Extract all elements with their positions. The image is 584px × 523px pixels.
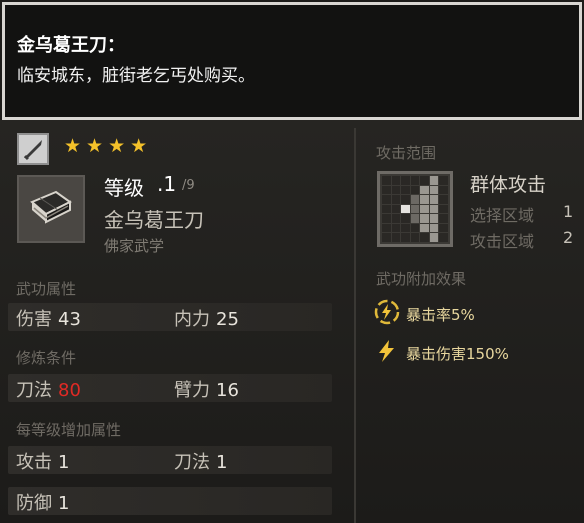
stat-damage: 伤害 43 [16,305,81,331]
section-requirements: 修炼条件 [16,349,77,367]
effect-crit-rate: 暴击率5% [374,299,475,329]
attack-range-grid [377,171,453,247]
rarity-stars: ★ ★ ★ ★ [64,137,147,156]
stat-label: 刀法 [16,380,52,401]
star-icon: ★ [130,135,148,157]
section-per-level-bonus: 每等级增加属性 [16,421,122,439]
section-martial-attributes: 武功属性 [16,280,77,298]
book-icon [17,175,85,243]
effect-label: 暴击伤害150% [406,344,509,363]
stat-value: 25 [216,309,239,330]
attack-area-value: 2 [563,228,574,247]
requirement-blade: 刀法 80 [16,376,81,402]
section-attack-range: 攻击范围 [376,144,437,162]
panel-divider [354,128,356,523]
star-icon: ★ [108,135,126,157]
effect-label: 暴击率5% [406,305,475,324]
lightning-circle-icon [374,299,400,329]
skill-name: 金乌葛王刀 [104,208,204,232]
requirement-strength: 臂力 16 [174,376,239,402]
select-area-value: 1 [563,202,574,221]
bonus-attack: 攻击 1 [16,448,69,474]
tooltip-description: 临安城东，脏街老乞丐处购买。 [17,66,255,86]
stat-value: 1 [58,452,70,473]
bonus-blade: 刀法 1 [174,448,227,474]
stat-label: 内力 [174,309,210,330]
weapon-type-icon [17,133,49,165]
star-icon: ★ [86,135,104,157]
level-label: 等级 [104,176,144,200]
stat-value: 1 [58,493,70,514]
stat-value: 80 [58,380,81,401]
stat-label: 伤害 [16,309,52,330]
stat-label: 防御 [16,493,52,514]
attack-area-label: 攻击区域 [470,232,535,251]
section-extra-effects: 武功附加效果 [376,270,467,288]
skill-school: 佛家武学 [104,237,165,255]
stat-value: 43 [58,309,81,330]
level-value: .1 [157,172,177,196]
stat-value: 16 [216,380,239,401]
bonus-defense: 防御 1 [16,489,69,515]
stat-label: 刀法 [174,452,210,473]
effect-crit-damage: 暴击伤害150% [374,338,509,368]
stat-label: 攻击 [16,452,52,473]
stat-internal-power: 内力 25 [174,305,239,331]
star-icon: ★ [64,135,82,157]
tooltip-title: 金乌葛王刀： [17,35,125,56]
stat-value: 1 [216,452,228,473]
level-max: /9 [182,178,195,193]
lightning-icon [374,338,400,368]
select-area-label: 选择区域 [470,206,535,225]
range-type: 群体攻击 [470,174,547,196]
item-tooltip: 金乌葛王刀： 临安城东，脏街老乞丐处购买。 [2,2,582,120]
stat-label: 臂力 [174,380,210,401]
